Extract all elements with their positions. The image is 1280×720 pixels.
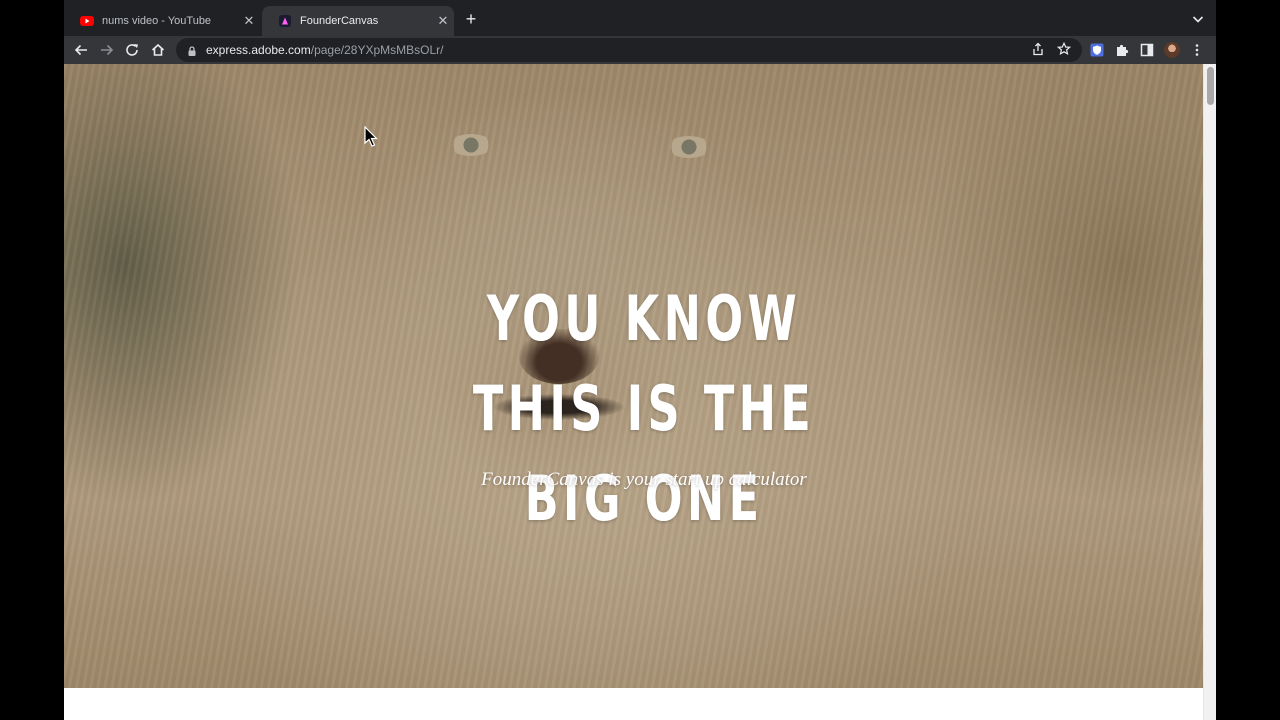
tab-foundercanvas[interactable]: FounderCanvas ✕ bbox=[262, 6, 454, 36]
browser-toolbar: express.adobe.com/page/28YXpMsMBsOLr/ bbox=[64, 36, 1216, 64]
new-tab-plus-icon[interactable]: + bbox=[462, 10, 480, 28]
share-icon[interactable] bbox=[1030, 41, 1046, 57]
shield-extension-icon[interactable] bbox=[1088, 41, 1106, 59]
more-menu-icon[interactable] bbox=[1188, 41, 1206, 59]
reload-icon[interactable] bbox=[123, 41, 141, 59]
tab-youtube[interactable]: nums video - YouTube ✕ bbox=[64, 6, 260, 36]
hero-headline: YOU KNOW THIS IS THE BIG ONE bbox=[414, 274, 875, 544]
adobe-express-icon bbox=[278, 14, 292, 28]
mouse-cursor-icon bbox=[364, 125, 378, 148]
url-text: express.adobe.com/page/28YXpMsMBsOLr/ bbox=[206, 43, 443, 57]
tab-title: FounderCanvas bbox=[300, 15, 379, 27]
close-tab-icon[interactable]: ✕ bbox=[238, 13, 260, 29]
chevron-down-icon[interactable] bbox=[1190, 11, 1206, 27]
bookmark-star-icon[interactable] bbox=[1056, 41, 1072, 57]
scrollbar-thumb[interactable] bbox=[1207, 67, 1214, 105]
side-panel-icon[interactable] bbox=[1138, 41, 1156, 59]
hero-subtitle: FounderCanvas is your start up calculato… bbox=[481, 469, 807, 490]
url-path: /page/28YXpMsMBsOLr/ bbox=[310, 43, 444, 57]
lock-icon[interactable] bbox=[186, 44, 198, 56]
avatar bbox=[1164, 42, 1180, 58]
back-arrow-icon[interactable] bbox=[72, 41, 90, 59]
extensions-puzzle-icon[interactable] bbox=[1113, 41, 1131, 59]
hero-section: YOU KNOW THIS IS THE BIG ONE FounderCanv… bbox=[64, 64, 1203, 688]
browser-window: nums video - YouTube ✕ FounderCanvas ✕ + bbox=[64, 0, 1216, 720]
tab-strip: nums video - YouTube ✕ FounderCanvas ✕ + bbox=[64, 0, 1216, 36]
page-scrollbar[interactable] bbox=[1203, 64, 1216, 720]
page-content: YOU KNOW THIS IS THE BIG ONE FounderCanv… bbox=[64, 64, 1216, 720]
headline-line: YOU KNOW THIS IS THE bbox=[472, 282, 816, 445]
home-icon[interactable] bbox=[149, 41, 167, 59]
headline-line: BIG ONE bbox=[524, 462, 764, 535]
tab-title: nums video - YouTube bbox=[102, 15, 212, 27]
url-host: express.adobe.com bbox=[206, 43, 311, 57]
profile-avatar[interactable] bbox=[1163, 41, 1181, 59]
close-tab-icon[interactable]: ✕ bbox=[432, 13, 454, 29]
address-bar[interactable]: express.adobe.com/page/28YXpMsMBsOLr/ bbox=[176, 38, 1082, 62]
youtube-icon bbox=[80, 14, 94, 28]
forward-arrow-icon[interactable] bbox=[98, 41, 116, 59]
